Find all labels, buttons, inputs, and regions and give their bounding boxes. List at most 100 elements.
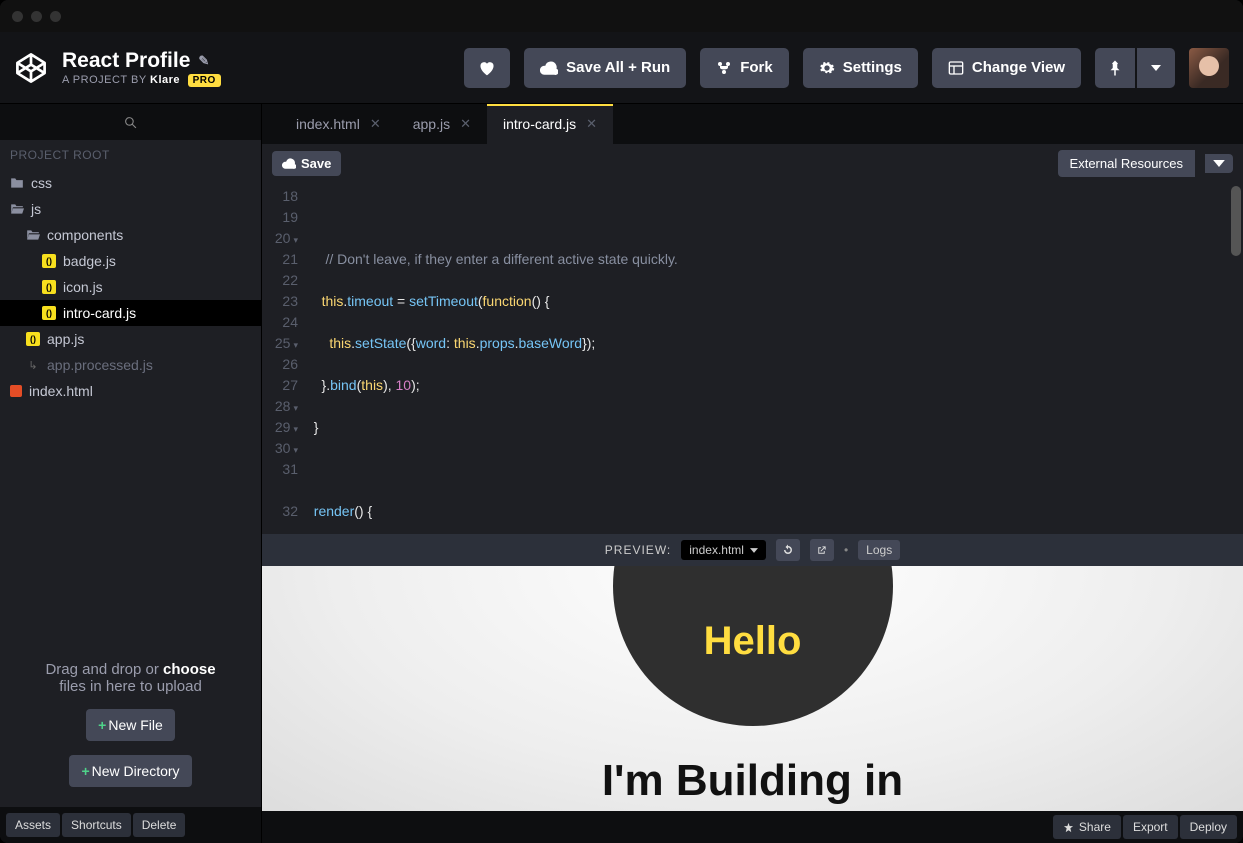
export-button[interactable]: Export (1123, 815, 1178, 839)
window-max-dot[interactable] (50, 11, 61, 22)
project-sub-prefix: A PROJECT BY (62, 74, 146, 86)
pin-group (1095, 48, 1175, 88)
tree-file-app[interactable]: () app.js (0, 326, 261, 352)
tab-label: index.html (296, 116, 360, 132)
search-icon (124, 116, 137, 129)
editor-scrollbar[interactable] (1231, 186, 1241, 256)
shortcuts-button[interactable]: Shortcuts (62, 813, 131, 837)
tree-label: index.html (29, 383, 93, 399)
dropzone-text-1: Drag and drop or (45, 661, 158, 678)
deploy-button[interactable]: Deploy (1180, 815, 1237, 839)
main-footer: Share Export Deploy (262, 811, 1243, 843)
tab-close-icon[interactable]: ✕ (586, 116, 597, 132)
preview-popout-button[interactable] (810, 539, 834, 561)
editor-toolbar: Save External Resources (262, 144, 1243, 182)
fork-label: Fork (740, 59, 773, 76)
tree-label: js (31, 201, 41, 217)
folder-open-icon (26, 229, 40, 241)
new-directory-button[interactable]: +New Directory (69, 755, 191, 787)
tree-label: app.processed.js (47, 357, 153, 373)
delete-button[interactable]: Delete (133, 813, 186, 837)
tree-label: css (31, 175, 52, 191)
sidebar-footer: Assets Shortcuts Delete (0, 807, 261, 843)
preview-refresh-button[interactable] (776, 539, 800, 561)
tab-label: intro-card.js (503, 116, 576, 132)
tree-file-intro-card[interactable]: () intro-card.js (0, 300, 261, 326)
tab-intro-card-js[interactable]: intro-card.js ✕ (487, 104, 613, 144)
tree-label: badge.js (63, 253, 116, 269)
app-window: React Profile ✎ A PROJECT BY Klare PRO S… (0, 0, 1243, 843)
sidebar: PROJECT ROOT css js components () badge.… (0, 104, 262, 843)
save-run-button[interactable]: Save All + Run (524, 48, 686, 88)
window-min-dot[interactable] (31, 11, 42, 22)
project-title[interactable]: React Profile ✎ (62, 48, 221, 73)
pin-dropdown-button[interactable] (1137, 48, 1175, 88)
fork-button[interactable]: Fork (700, 48, 789, 88)
tree-file-app-processed[interactable]: ↳ app.processed.js (0, 352, 261, 378)
tree-label: intro-card.js (63, 305, 136, 321)
tree-file-icon[interactable]: () icon.js (0, 274, 261, 300)
preview-logs-button[interactable]: Logs (858, 540, 900, 560)
preview-file-select[interactable]: index.html (681, 540, 766, 560)
js-file-icon: () (26, 332, 40, 346)
dropzone-text: Drag and drop or choose files in here to… (45, 661, 215, 695)
external-resources-button[interactable]: External Resources (1058, 150, 1195, 177)
layout-icon (948, 60, 964, 76)
user-avatar[interactable] (1189, 48, 1229, 88)
dropzone-choose[interactable]: choose (163, 661, 216, 678)
tree-file-badge[interactable]: () badge.js (0, 248, 261, 274)
tab-close-icon[interactable]: ✕ (370, 116, 381, 132)
external-resources-dropdown[interactable] (1205, 154, 1233, 173)
preview-pane: Hello I'm Building in (262, 566, 1243, 811)
settings-button[interactable]: Settings (803, 48, 918, 88)
share-label: Share (1079, 820, 1111, 834)
popout-icon (816, 545, 827, 556)
tree-label: components (47, 227, 123, 243)
new-file-button[interactable]: +New File (86, 709, 175, 741)
fork-icon (716, 60, 732, 76)
project-title-text: React Profile (62, 48, 190, 73)
tab-close-icon[interactable]: ✕ (460, 116, 471, 132)
codepen-logo-icon (14, 51, 48, 85)
processed-file-icon: ↳ (26, 359, 40, 372)
code-editor[interactable]: 18 19 20▾ 21 22 23 24 25▾ 26 27 28▾ 29▾ … (262, 182, 1243, 534)
tab-label: app.js (413, 116, 450, 132)
code-content[interactable]: // Don't leave, if they enter a differen… (306, 182, 1243, 534)
js-file-icon: () (42, 280, 56, 294)
cloud-icon (540, 61, 558, 75)
change-view-label: Change View (972, 59, 1065, 76)
pin-icon (1109, 60, 1121, 76)
refresh-icon (782, 544, 794, 556)
html-file-icon (10, 385, 22, 397)
edit-title-icon[interactable]: ✎ (198, 53, 209, 69)
line-gutter: 18 19 20▾ 21 22 23 24 25▾ 26 27 28▾ 29▾ … (262, 182, 306, 534)
tab-app-js[interactable]: app.js ✕ (397, 104, 487, 144)
assets-button[interactable]: Assets (6, 813, 60, 837)
preview-toolbar: PREVIEW: index.html • Logs (262, 534, 1243, 566)
tree-file-index-html[interactable]: index.html (0, 378, 261, 404)
chevron-down-icon (1151, 65, 1161, 71)
change-view-button[interactable]: Change View (932, 48, 1081, 88)
tab-index-html[interactable]: index.html ✕ (280, 104, 397, 144)
sidebar-search[interactable] (0, 104, 261, 140)
tree-folder-components[interactable]: components (0, 222, 261, 248)
chevron-down-icon (1213, 160, 1225, 167)
preview-label: PREVIEW: (605, 543, 671, 557)
heart-icon (478, 60, 496, 76)
settings-label: Settings (843, 59, 902, 76)
tree-folder-js[interactable]: js (0, 196, 261, 222)
preview-heading: I'm Building in (602, 756, 903, 806)
folder-icon (10, 177, 24, 189)
share-button[interactable]: Share (1053, 815, 1121, 839)
tree-label: icon.js (63, 279, 103, 295)
preview-badge-text: Hello (704, 619, 802, 664)
editor-save-button[interactable]: Save (272, 151, 341, 176)
pin-button[interactable] (1095, 48, 1135, 88)
project-meta: React Profile ✎ A PROJECT BY Klare PRO (62, 48, 221, 86)
window-close-dot[interactable] (12, 11, 23, 22)
project-author[interactable]: Klare (150, 74, 180, 86)
file-dropzone[interactable]: Drag and drop or choose files in here to… (0, 641, 261, 807)
tree-folder-css[interactable]: css (0, 170, 261, 196)
heart-button[interactable] (464, 48, 510, 88)
save-run-label: Save All + Run (566, 59, 670, 76)
